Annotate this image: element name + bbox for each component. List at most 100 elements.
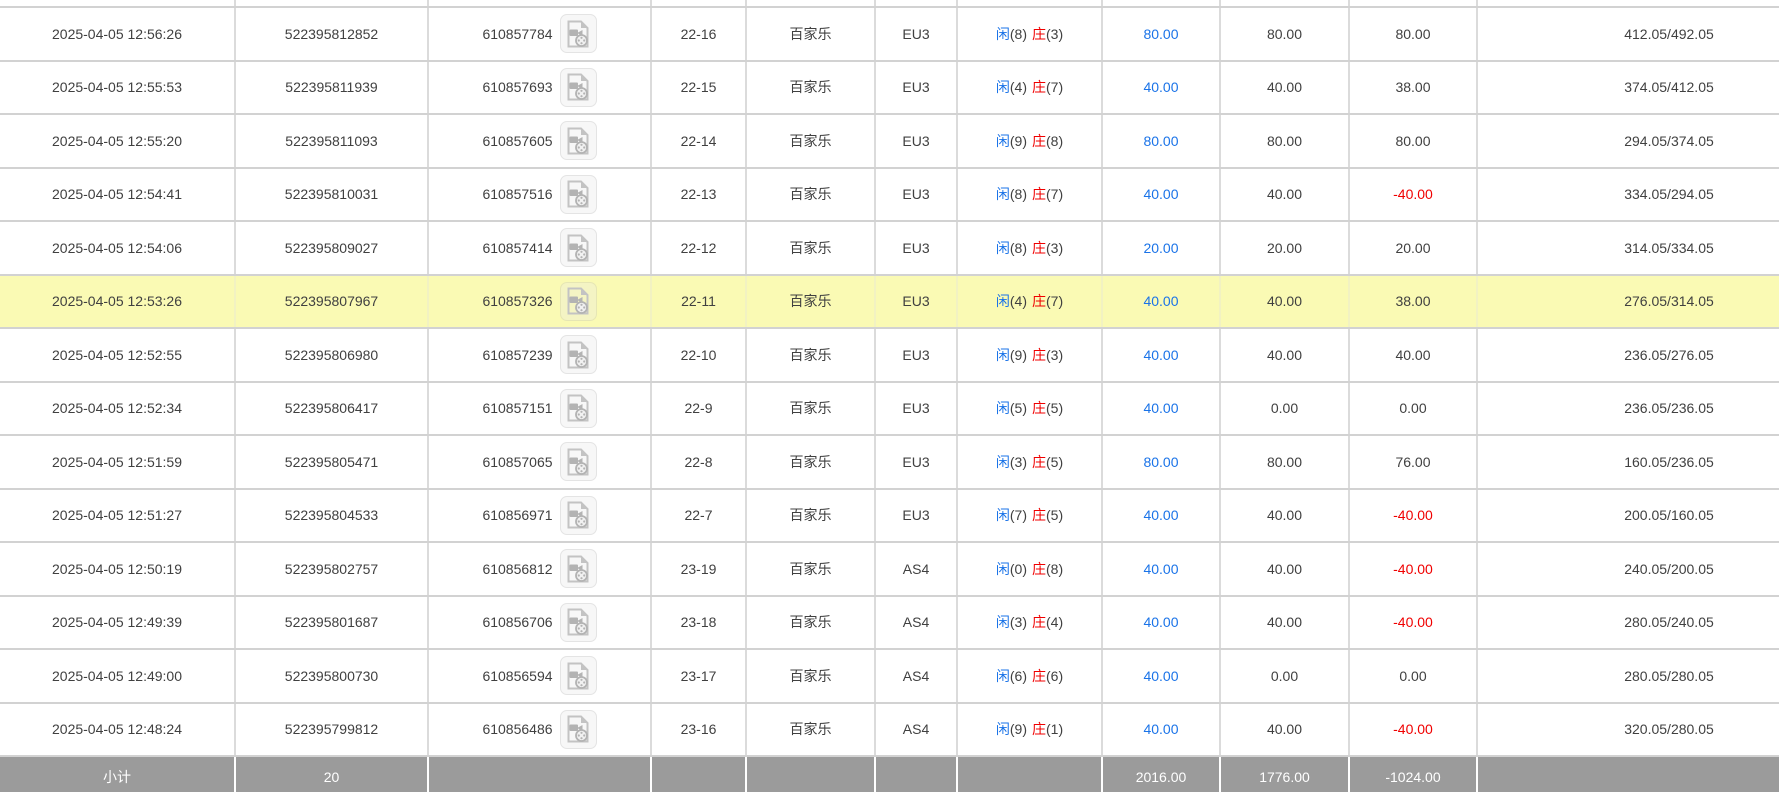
video-replay-icon [566, 287, 590, 315]
game-id: 610857065 [482, 454, 552, 470]
result-cell: 闲(8)庄(3) [957, 7, 1102, 61]
player-result-label: 闲 [996, 668, 1010, 684]
bet-time: 2025-04-05 12:55:53 [0, 61, 235, 115]
balance: 334.05/294.05 [1477, 168, 1779, 222]
banker-result-score: (7) [1046, 293, 1063, 309]
game-id-cell: 610857239 [428, 328, 651, 382]
video-replay-button[interactable] [560, 121, 597, 160]
player-result-label: 闲 [996, 454, 1010, 470]
table-row: 2025-04-05 12:51:27 522395804533 6108569… [0, 489, 1779, 543]
valid-bet-amount: 40.00 [1220, 61, 1349, 115]
video-replay-button[interactable] [560, 14, 597, 53]
round-number: 22-11 [651, 275, 746, 329]
video-replay-button[interactable] [560, 175, 597, 214]
table-row: 2025-04-05 12:52:55 522395806980 6108572… [0, 328, 1779, 382]
win-loss-amount: 76.00 [1349, 435, 1477, 489]
game-id-cell: 610856486 [428, 703, 651, 757]
banker-result-score: (1) [1046, 721, 1063, 737]
video-replay-icon [566, 394, 590, 422]
game-id-cell: 610857693 [428, 61, 651, 115]
subtotal-empty-cell [746, 756, 875, 792]
bet-amount-link[interactable]: 80.00 [1102, 114, 1220, 168]
table-code: EU3 [875, 221, 957, 275]
video-replay-icon [566, 662, 590, 690]
bet-amount-link[interactable]: 40.00 [1102, 542, 1220, 596]
video-replay-button[interactable] [560, 282, 597, 321]
bet-time: 2025-04-05 12:52:34 [0, 382, 235, 436]
result-cell: 闲(3)庄(5) [957, 435, 1102, 489]
subtotal-empty-cell [875, 756, 957, 792]
banker-result-label: 庄 [1032, 400, 1046, 416]
game-id-cell: 610856812 [428, 542, 651, 596]
bet-amount-link[interactable]: 40.00 [1102, 596, 1220, 650]
player-result-score: (9) [1010, 347, 1027, 363]
table-row: 2025-04-05 12:49:00 522395800730 6108565… [0, 649, 1779, 703]
valid-bet-amount: 40.00 [1220, 168, 1349, 222]
win-loss-amount: -40.00 [1349, 168, 1477, 222]
banker-result-label: 庄 [1032, 79, 1046, 95]
video-replay-button[interactable] [560, 656, 597, 695]
win-loss-amount: -40.00 [1349, 489, 1477, 543]
game-id: 610857693 [482, 79, 552, 95]
video-replay-button[interactable] [560, 68, 597, 107]
balance: 200.05/160.05 [1477, 489, 1779, 543]
video-replay-button[interactable] [560, 549, 597, 588]
video-replay-button[interactable] [560, 228, 597, 267]
clipped-cell [957, 0, 1102, 7]
player-result-score: (3) [1010, 454, 1027, 470]
bet-amount-link[interactable]: 40.00 [1102, 489, 1220, 543]
result-cell: 闲(9)庄(1) [957, 703, 1102, 757]
banker-result-label: 庄 [1032, 507, 1046, 523]
video-replay-button[interactable] [560, 603, 597, 642]
subtotal-row: 小计 20 2016.00 1776.00 -1024.00 [0, 756, 1779, 792]
valid-bet-amount: 40.00 [1220, 703, 1349, 757]
video-replay-button[interactable] [560, 710, 597, 749]
clipped-cell [0, 0, 235, 7]
video-replay-button[interactable] [560, 335, 597, 374]
bet-amount-link[interactable]: 40.00 [1102, 168, 1220, 222]
game-name: 百家乐 [746, 703, 875, 757]
video-replay-button[interactable] [560, 389, 597, 428]
banker-result-label: 庄 [1032, 668, 1046, 684]
game-id-cell: 610857605 [428, 114, 651, 168]
order-number: 522395800730 [235, 649, 428, 703]
win-loss-amount: 0.00 [1349, 649, 1477, 703]
video-replay-icon [566, 180, 590, 208]
result-cell: 闲(6)庄(6) [957, 649, 1102, 703]
order-number: 522395807967 [235, 275, 428, 329]
subtotal-valid-total: 1776.00 [1220, 756, 1349, 792]
balance: 160.05/236.05 [1477, 435, 1779, 489]
result-cell: 闲(4)庄(7) [957, 61, 1102, 115]
win-loss-amount: 40.00 [1349, 328, 1477, 382]
game-id-cell: 610857326 [428, 275, 651, 329]
bet-amount-link[interactable]: 20.00 [1102, 221, 1220, 275]
bet-time: 2025-04-05 12:49:00 [0, 649, 235, 703]
table-code: EU3 [875, 61, 957, 115]
game-id: 610856486 [482, 721, 552, 737]
game-id: 610857605 [482, 133, 552, 149]
video-replay-button[interactable] [560, 442, 597, 481]
bet-amount-link[interactable]: 40.00 [1102, 275, 1220, 329]
table-row: 2025-04-05 12:53:26 522395807967 6108573… [0, 275, 1779, 329]
balance: 294.05/374.05 [1477, 114, 1779, 168]
video-replay-icon [566, 608, 590, 636]
balance: 236.05/236.05 [1477, 382, 1779, 436]
bet-amount-link[interactable]: 40.00 [1102, 649, 1220, 703]
video-replay-button[interactable] [560, 496, 597, 535]
bet-amount-link[interactable]: 40.00 [1102, 703, 1220, 757]
clipped-cell [1220, 0, 1349, 7]
banker-result-label: 庄 [1032, 293, 1046, 309]
bet-amount-link[interactable]: 80.00 [1102, 435, 1220, 489]
bet-records-viewport: 2025-04-05 12:56:26 522395812852 6108577… [0, 0, 1779, 792]
round-number: 22-16 [651, 7, 746, 61]
bet-time: 2025-04-05 12:51:27 [0, 489, 235, 543]
bet-amount-link[interactable]: 40.00 [1102, 61, 1220, 115]
video-replay-icon [566, 715, 590, 743]
bet-amount-link[interactable]: 40.00 [1102, 328, 1220, 382]
round-number: 22-14 [651, 114, 746, 168]
win-loss-amount: -40.00 [1349, 542, 1477, 596]
bet-amount-link[interactable]: 40.00 [1102, 382, 1220, 436]
game-id-cell: 610857516 [428, 168, 651, 222]
bet-amount-link[interactable]: 80.00 [1102, 7, 1220, 61]
valid-bet-amount: 80.00 [1220, 114, 1349, 168]
